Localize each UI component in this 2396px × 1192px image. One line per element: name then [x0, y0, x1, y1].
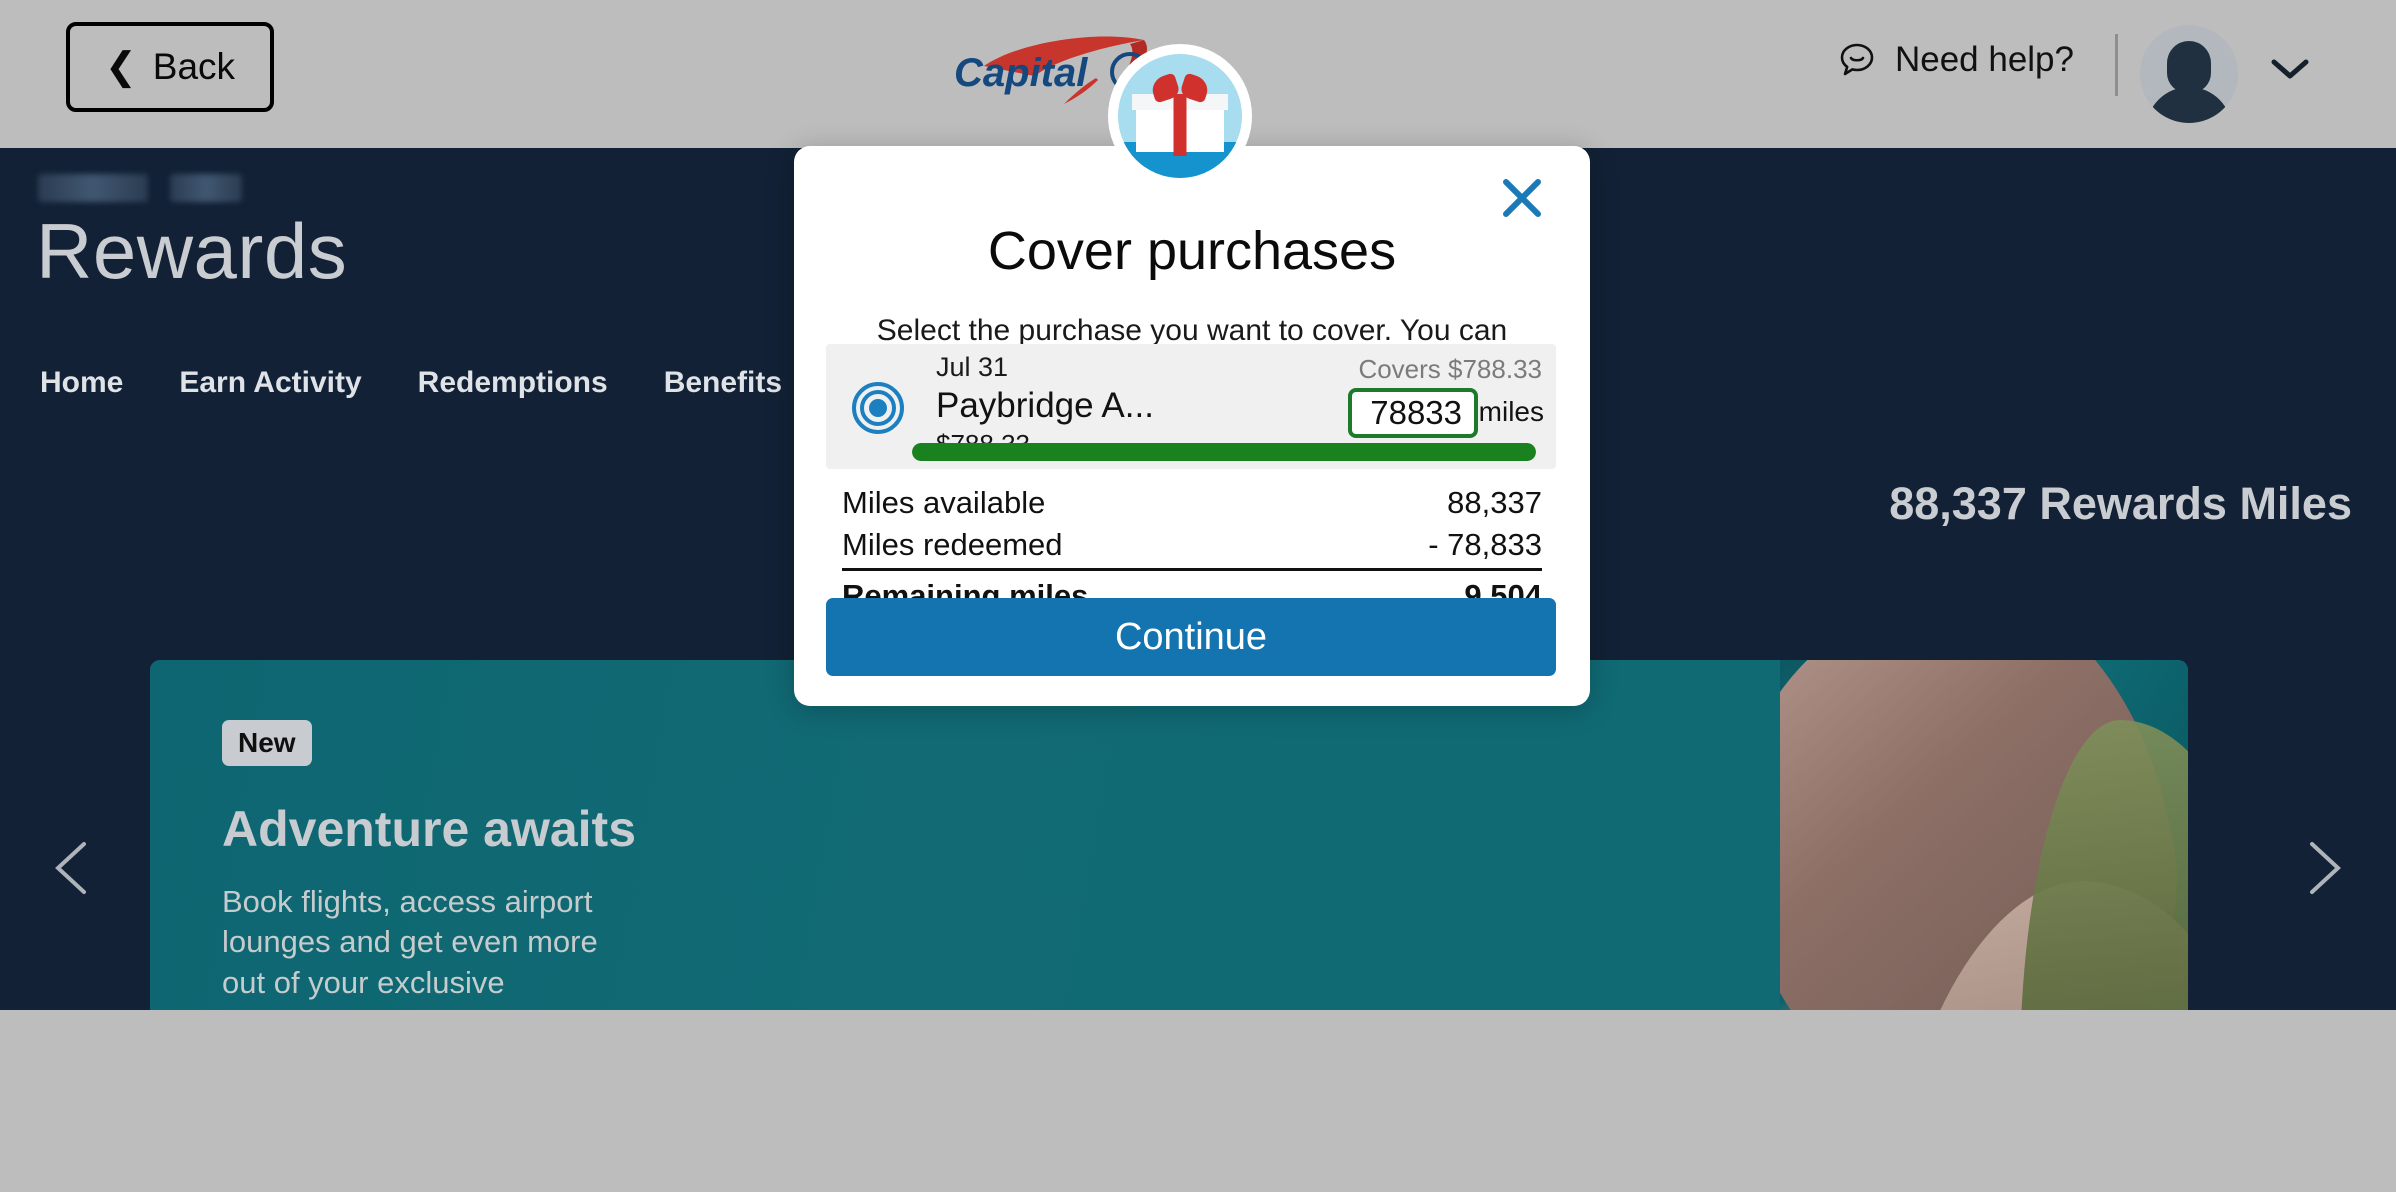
hero-heading: Adventure awaits [222, 801, 637, 857]
header-divider [2115, 34, 2118, 96]
bottom-chrome-strip [0, 1010, 2396, 1192]
coverage-progress-bar [912, 443, 1536, 461]
gift-box-icon [1108, 44, 1252, 188]
chat-bubble-icon [1840, 43, 1874, 76]
back-button-label: Back [152, 46, 236, 87]
modal-title: Cover purchases [987, 221, 1397, 281]
carousel-prev-button[interactable] [44, 838, 104, 898]
back-button[interactable]: ❮ Back [66, 22, 274, 112]
redacted-account-name [38, 174, 242, 202]
chevron-right-icon [2310, 842, 2341, 894]
miles-summary-table: Miles available 88,337 Miles redeemed - … [842, 482, 1542, 617]
avatar-head [2167, 41, 2211, 93]
avatar-body [2146, 87, 2232, 123]
purchase-date: Jul 31 [936, 352, 1009, 382]
summary-value: 88,337 [1447, 485, 1542, 520]
summary-label: Miles available [842, 485, 1046, 520]
svg-text:Capital: Capital [954, 51, 1088, 95]
miles-unit-label: miles [1478, 396, 1544, 427]
covers-label: Covers $788.33 [1358, 354, 1542, 384]
page-nav: Home Earn Activity Redemptions Benefits [40, 366, 782, 400]
table-row: Miles redeemed - 78,833 [842, 524, 1542, 566]
need-help-button[interactable]: Need help? [1837, 40, 2074, 80]
carousel-next-button[interactable] [2292, 838, 2352, 898]
nav-item-home[interactable]: Home [40, 366, 123, 400]
rewards-miles-balance: 88,337 Rewards Miles [1889, 478, 2352, 529]
nav-item-redemptions[interactable]: Redemptions [418, 366, 608, 400]
account-menu-button[interactable] [2268, 54, 2312, 89]
close-icon [1503, 179, 1541, 217]
purchase-merchant: Paybridge A... [936, 386, 1154, 425]
summary-value: - 78,833 [1428, 527, 1542, 562]
close-button[interactable] [1492, 168, 1552, 228]
need-help-label: Need help? [1894, 40, 2074, 79]
purchase-row[interactable]: Jul 31 Paybridge A... $788.33 Covers $78… [826, 344, 1556, 469]
nav-item-benefits[interactable]: Benefits [664, 366, 782, 400]
radio-selected-icon[interactable] [852, 382, 904, 434]
coverage-progress-fill [912, 443, 1536, 461]
status-badge: New [222, 720, 312, 766]
continue-button[interactable]: Continue [826, 598, 1556, 676]
miles-input[interactable] [1348, 388, 1478, 438]
table-row: Miles available 88,337 [842, 482, 1542, 524]
avatar[interactable] [2140, 25, 2238, 123]
app-screen: ❮ Back Capital Need help? Rewards Home E… [0, 0, 2396, 1192]
nav-item-earn-activity[interactable]: Earn Activity [179, 366, 361, 400]
chevron-left-icon [55, 842, 86, 894]
page-title: Rewards [36, 207, 348, 295]
chevron-down-icon [2271, 59, 2309, 79]
summary-label: Miles redeemed [842, 527, 1063, 562]
chevron-left-icon: ❮ [104, 46, 137, 88]
cover-purchases-modal: Cover purchases Select the purchase you … [794, 146, 1590, 706]
